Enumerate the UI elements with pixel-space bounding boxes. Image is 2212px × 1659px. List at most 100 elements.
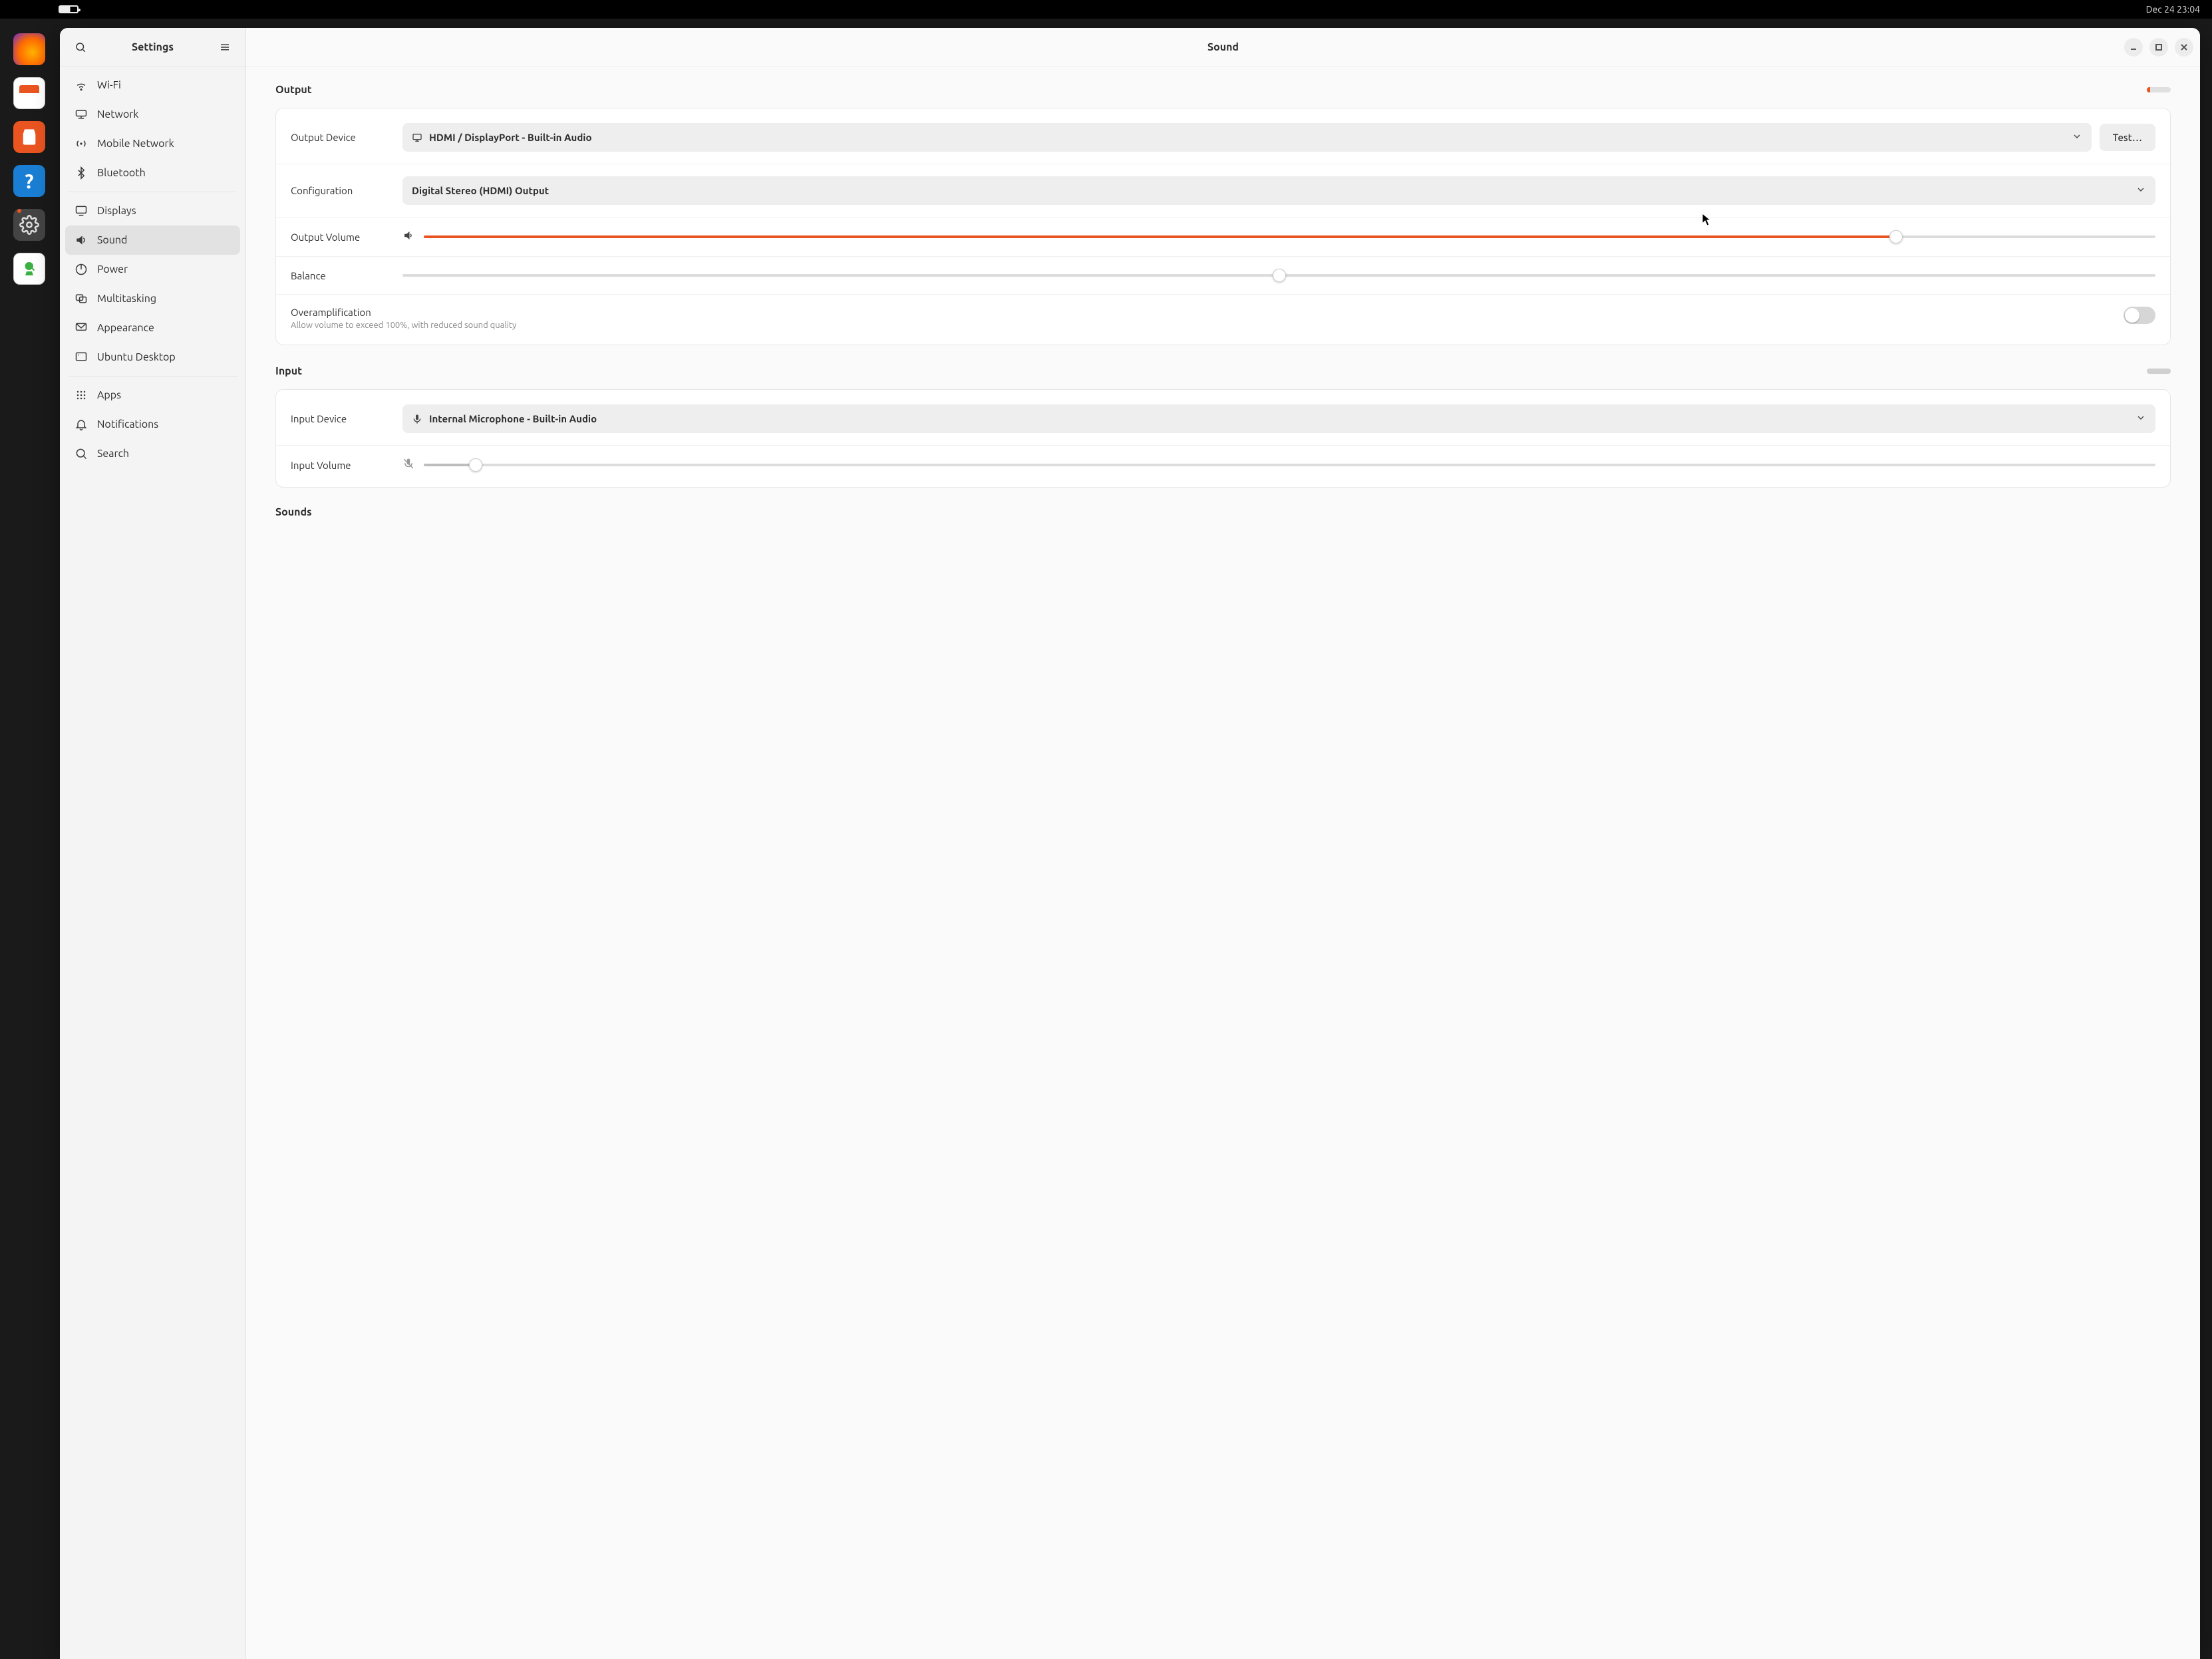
input-device-value: Internal Microphone - Built-in Audio (429, 413, 597, 424)
sidebar-item-ubuntu-desktop[interactable]: Ubuntu Desktop (65, 343, 240, 372)
chevron-down-icon (2135, 184, 2146, 197)
sidebar-item-sound[interactable]: Sound (65, 226, 240, 255)
sidebar-title: Settings (132, 41, 174, 53)
test-button[interactable]: Test… (2100, 124, 2155, 151)
maximize-button[interactable] (2149, 38, 2168, 57)
search-icon (75, 41, 86, 53)
speaker-icon (402, 229, 414, 244)
output-volume-slider[interactable] (424, 230, 2155, 243)
sidebar-item-appearance[interactable]: Appearance (65, 313, 240, 343)
network-icon (75, 108, 88, 121)
sidebar-list: Wi-Fi Network Mobile Network Bluetooth D… (60, 67, 245, 1659)
search-icon (75, 447, 88, 460)
battery-icon (59, 5, 79, 13)
overamp-toggle[interactable] (2124, 307, 2155, 324)
sidebar-item-power[interactable]: Power (65, 255, 240, 284)
sidebar-item-notifications[interactable]: Notifications (65, 410, 240, 439)
input-section-head: Input (275, 365, 2171, 377)
sidebar-label: Bluetooth (97, 167, 146, 179)
microphone-icon (412, 414, 422, 424)
sidebar-separator (68, 376, 237, 377)
sidebar-label: Apps (97, 389, 121, 401)
sidebar-item-displays[interactable]: Displays (65, 196, 240, 226)
monitor-icon (412, 132, 422, 143)
output-card: Output Device HDMI / DisplayPort - Built… (275, 108, 2171, 345)
output-device-label: Output Device (291, 132, 391, 143)
power-icon (75, 263, 88, 276)
configuration-row: Configuration Digital Stereo (HDMI) Outp… (276, 164, 2170, 218)
dock-help[interactable]: ? (13, 165, 45, 197)
input-volume-label: Input Volume (291, 460, 391, 471)
balance-row: Balance (276, 257, 2170, 295)
sidebar-label: Displays (97, 205, 136, 217)
configuration-dropdown[interactable]: Digital Stereo (HDMI) Output (402, 176, 2155, 205)
sidebar-label: Wi-Fi (97, 79, 121, 91)
sidebar-label: Appearance (97, 322, 154, 334)
input-card: Input Device Internal Microphone - Built… (275, 389, 2171, 488)
main-content: Output Output Device HDMI / DisplayPort … (246, 67, 2200, 1659)
output-level-indicator (2147, 87, 2171, 92)
output-volume-label: Output Volume (291, 231, 391, 243)
output-heading: Output (275, 84, 312, 96)
main-header: Sound (246, 28, 2200, 67)
sidebar-item-search[interactable]: Search (65, 439, 240, 468)
sidebar-item-network[interactable]: Network (65, 100, 240, 129)
configuration-label: Configuration (291, 185, 391, 196)
balance-label: Balance (291, 270, 391, 281)
balance-slider[interactable] (402, 269, 2155, 282)
dock-software[interactable] (13, 121, 45, 153)
chevron-down-icon (2072, 131, 2082, 144)
dock: ? (9, 27, 49, 291)
bell-icon (75, 418, 88, 431)
cellular-icon (75, 137, 88, 150)
input-level-indicator (2147, 369, 2171, 374)
top-panel: Dec 24 23:04 (0, 0, 2212, 19)
sidebar-label: Notifications (97, 418, 158, 430)
sidebar-item-bluetooth[interactable]: Bluetooth (65, 158, 240, 188)
chevron-down-icon (2135, 412, 2146, 425)
ubuntu-desktop-icon (75, 351, 88, 364)
input-device-dropdown[interactable]: Internal Microphone - Built-in Audio (402, 404, 2155, 433)
dock-active-indicator (17, 209, 21, 213)
input-volume-row: Input Volume (276, 446, 2170, 484)
output-device-dropdown[interactable]: HDMI / DisplayPort - Built-in Audio (402, 123, 2092, 152)
configuration-value: Digital Stereo (HDMI) Output (412, 185, 549, 196)
dock-firefox[interactable] (13, 33, 45, 65)
input-heading: Input (275, 365, 302, 377)
settings-window: Settings Wi-Fi Network Mobile Network Bl… (60, 28, 2200, 1659)
sidebar-label: Power (97, 263, 128, 275)
page-title: Sound (1207, 41, 1239, 53)
sidebar-label: Network (97, 108, 138, 120)
output-volume-row: Output Volume (276, 218, 2170, 257)
sidebar-item-wifi[interactable]: Wi-Fi (65, 71, 240, 100)
multitasking-icon (75, 292, 88, 305)
close-button[interactable] (2175, 38, 2193, 57)
overamplification-row: Overamplification Allow volume to exceed… (276, 295, 2170, 342)
bluetooth-icon (75, 166, 88, 180)
microphone-muted-icon (402, 458, 414, 472)
dock-settings[interactable] (13, 209, 45, 241)
sidebar-label: Sound (97, 234, 127, 246)
apps-icon (75, 388, 88, 402)
minimize-button[interactable] (2124, 38, 2143, 57)
sidebar-label: Mobile Network (97, 138, 174, 150)
input-volume-slider[interactable] (424, 458, 2155, 472)
wifi-icon (75, 78, 88, 92)
window-controls (2124, 38, 2193, 57)
dock-trash[interactable] (13, 253, 45, 285)
search-button[interactable] (69, 36, 92, 59)
sidebar-header: Settings (60, 28, 245, 67)
clock: Dec 24 23:04 (2146, 4, 2200, 15)
displays-icon (75, 204, 88, 218)
menu-button[interactable] (214, 36, 236, 59)
sidebar-item-mobile-network[interactable]: Mobile Network (65, 129, 240, 158)
appearance-icon (75, 321, 88, 335)
output-device-value: HDMI / DisplayPort - Built-in Audio (429, 132, 592, 143)
sidebar-label: Ubuntu Desktop (97, 351, 176, 363)
main-panel: Sound Output Output Device (246, 28, 2200, 1659)
sidebar-item-multitasking[interactable]: Multitasking (65, 284, 240, 313)
sidebar-item-apps[interactable]: Apps (65, 380, 240, 410)
dock-files[interactable] (13, 77, 45, 109)
output-section-head: Output (275, 84, 2171, 96)
overamp-title: Overamplification (291, 307, 2112, 318)
